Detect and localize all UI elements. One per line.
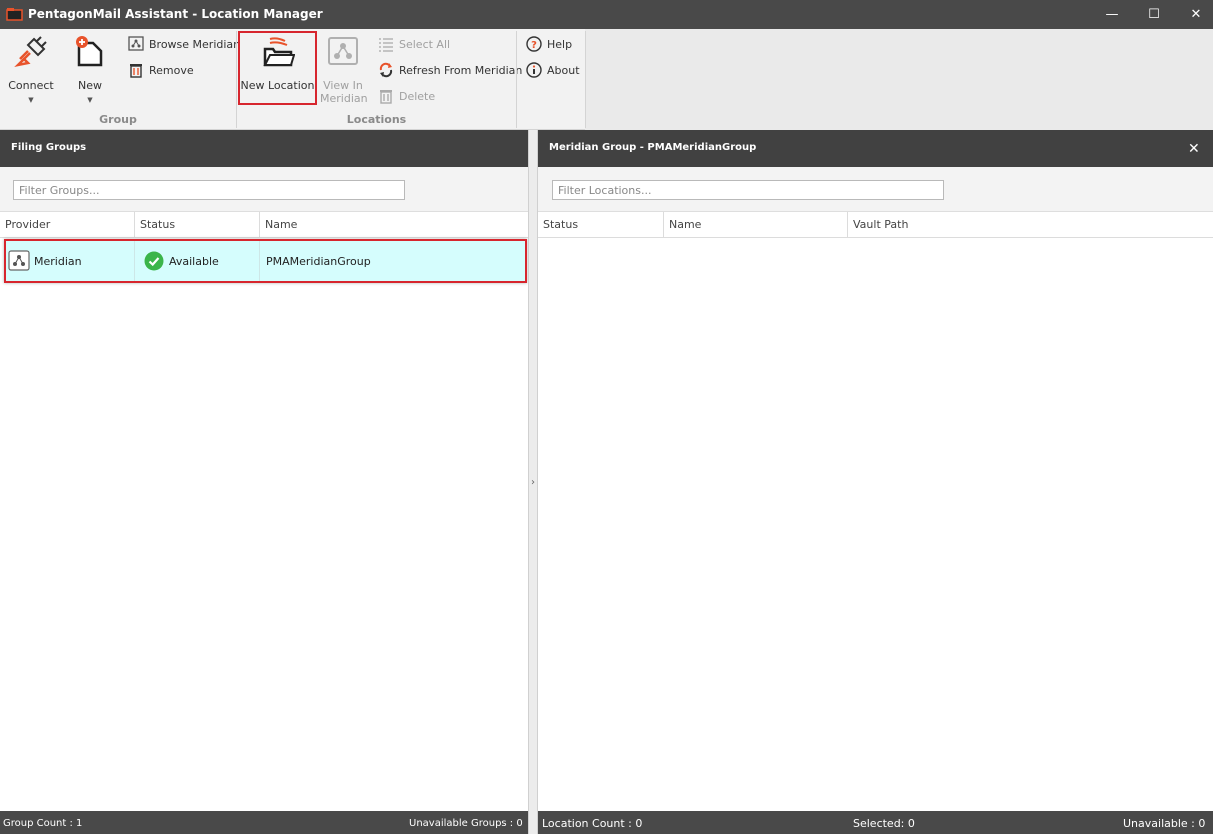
info-icon [526,62,542,78]
connect-dropdown-icon: ▼ [28,96,34,104]
cell-name: PMAMeridianGroup [260,241,525,281]
browse-meridian-button[interactable]: Browse Meridian [128,34,240,54]
column-header-vault-path[interactable]: Vault Path [848,212,1213,238]
refresh-icon [379,62,393,78]
new-location-button[interactable]: New Location [238,31,317,105]
view-in-meridian-button[interactable]: View In Meridian [320,33,368,107]
locations-section-label: Locations [346,113,407,126]
table-row[interactable]: Meridian Available PMAMeridianGroup [4,239,527,283]
browse-meridian-label: Browse Meridian [149,37,241,51]
filing-groups-title: Filing Groups [11,142,87,153]
column-header-status[interactable]: Status [135,212,260,238]
new-location-label: New Location [240,79,315,92]
ribbon-separator [585,31,586,128]
filter-locations-input[interactable] [552,180,944,200]
column-header-provider[interactable]: Provider [0,212,135,238]
help-button[interactable]: ? Help [526,34,572,54]
ribbon: Connect ▼ New ▼ Browse Meridian Remove G… [0,29,1213,130]
about-label: About [547,63,580,77]
meridian-vault-large-icon [328,37,358,65]
location-count: Location Count : 0 [542,817,643,830]
group-count: Group Count : 1 [3,818,83,829]
unavailable-count: Unavailable : 0 [1123,817,1206,830]
app-folder-icon [6,8,23,21]
new-dropdown-icon: ▼ [87,96,93,104]
check-circle-icon [144,251,164,271]
unavailable-groups-count: Unavailable Groups : 0 [409,818,523,829]
remove-label: Remove [149,63,194,77]
locations-column-headers: Status Name Vault Path [538,212,1213,238]
trash-icon [380,90,392,104]
remove-button[interactable]: Remove [128,60,194,80]
filing-groups-header: Filing Groups [0,130,528,167]
locations-grid [538,238,1213,811]
window-title: PentagonMail Assistant - Location Manage… [28,7,323,21]
view-in-meridian-line2: Meridian [320,92,368,105]
svg-text:?: ? [531,40,537,51]
delete-label: Delete [399,89,436,103]
meridian-vault-icon [8,250,30,271]
meridian-group-header: Meridian Group - PMAMeridianGroup ✕ [538,130,1213,167]
column-header-status[interactable]: Status [538,212,664,238]
new-label: New [78,79,102,92]
connect-label: Connect [8,79,54,92]
connect-button[interactable]: Connect ▼ [4,33,58,107]
cell-provider: Meridian [6,241,135,281]
select-all-button[interactable]: Select All [378,34,450,54]
help-label: Help [547,37,573,51]
minimize-button[interactable]: — [1091,0,1133,29]
right-status-bar: Location Count : 0 Selected: 0 Unavailab… [538,811,1213,834]
filter-groups-area [0,167,528,212]
filing-groups-column-headers: Provider Status Name [0,212,528,238]
ribbon-separator [516,31,517,128]
maximize-button[interactable]: ☐ [1133,0,1175,29]
delete-button[interactable]: Delete [378,86,435,106]
trash-icon [130,64,142,78]
ribbon-empty-area [585,29,1213,130]
filter-groups-input[interactable] [13,180,405,200]
refresh-from-meridian-label: Refresh From Meridian [399,63,523,77]
provider-value: Meridian [34,254,82,268]
list-icon [379,38,393,52]
new-document-icon [76,36,103,67]
refresh-from-meridian-button[interactable]: Refresh From Meridian [378,60,522,80]
column-header-name[interactable]: Name [260,212,528,238]
new-button[interactable]: New ▼ [66,33,114,107]
about-button[interactable]: About [526,60,580,80]
meridian-vault-icon [128,36,144,51]
new-location-folder-icon [262,37,295,67]
name-value: PMAMeridianGroup [266,254,371,268]
title-bar: PentagonMail Assistant - Location Manage… [0,0,1213,29]
plug-icon [14,36,47,68]
view-in-meridian-label: View In Meridian [320,79,368,105]
group-section-label: Group [99,113,137,126]
help-icon: ? [526,36,542,52]
close-window-button[interactable]: ✕ [1175,0,1213,29]
filing-groups-grid: Meridian Available PMAMeridianGroup [0,238,528,811]
view-in-meridian-line1: View In [323,79,363,92]
select-all-label: Select All [399,37,451,51]
selected-count: Selected: 0 [853,817,915,830]
status-value: Available [169,254,219,268]
splitter-arrow-icon: › [531,477,535,488]
close-panel-icon[interactable]: ✕ [1188,141,1200,157]
panel-splitter[interactable]: › [528,130,538,834]
cell-status: Available [135,241,260,281]
column-header-name[interactable]: Name [664,212,848,238]
filter-locations-area [538,167,1213,212]
meridian-group-title: Meridian Group - PMAMeridianGroup [549,142,757,153]
left-status-bar: Group Count : 1 Unavailable Groups : 0 [0,811,528,834]
